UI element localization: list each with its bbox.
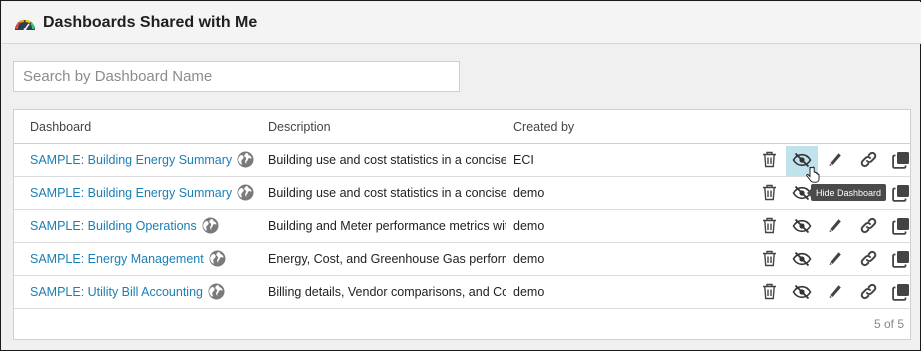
delete-button[interactable] xyxy=(753,179,785,209)
row-actions xyxy=(14,210,910,243)
delete-button[interactable] xyxy=(753,278,785,308)
trash-icon xyxy=(762,250,777,270)
duplicate-button[interactable] xyxy=(885,146,917,176)
copy-link-button[interactable] xyxy=(852,212,884,242)
page-title: Dashboards Shared with Me xyxy=(43,13,258,31)
delete-button[interactable] xyxy=(753,212,785,242)
duplicate-button[interactable] xyxy=(885,278,917,308)
row-actions xyxy=(14,177,910,210)
copy-icon xyxy=(892,217,910,238)
edit-button[interactable] xyxy=(819,212,851,242)
copy-link-button[interactable] xyxy=(852,245,884,275)
trash-icon xyxy=(762,283,777,303)
hide-button[interactable] xyxy=(786,212,818,242)
column-header-dashboard[interactable]: Dashboard xyxy=(30,120,91,134)
copy-icon xyxy=(892,250,910,271)
dashboards-table: Dashboard Description Created by SAMPLE:… xyxy=(13,109,911,340)
dashboards-panel: Dashboards Shared with Me Dashboard Desc… xyxy=(0,0,921,351)
copy-icon xyxy=(892,151,910,172)
trash-icon xyxy=(762,217,777,237)
table-row: SAMPLE: Building Operations Building and… xyxy=(14,210,910,243)
column-header-created-by[interactable]: Created by xyxy=(513,120,574,134)
hide-button[interactable] xyxy=(786,278,818,308)
edit-button[interactable] xyxy=(819,278,851,308)
hide-dashboard-tooltip: Hide Dashboard xyxy=(807,184,886,201)
hand-cursor-icon xyxy=(806,166,820,184)
table-row: SAMPLE: Energy Management Energy, Cost, … xyxy=(14,243,910,276)
duplicate-button[interactable] xyxy=(885,245,917,275)
link-icon xyxy=(860,250,877,270)
duplicate-button[interactable] xyxy=(885,179,917,209)
hide-button[interactable] xyxy=(786,245,818,275)
pencil-icon xyxy=(828,218,842,237)
edit-button[interactable] xyxy=(819,146,851,176)
hide-icon xyxy=(792,284,812,303)
edit-button[interactable] xyxy=(819,245,851,275)
table-row: SAMPLE: Building Energy Summary Building… xyxy=(14,144,910,177)
table-row: SAMPLE: Building Energy Summary Building… xyxy=(14,177,910,210)
copy-link-button[interactable] xyxy=(852,146,884,176)
result-count: 5 of 5 xyxy=(873,317,904,331)
link-icon xyxy=(860,151,877,171)
delete-button[interactable] xyxy=(753,146,785,176)
hide-icon xyxy=(792,251,812,270)
copy-icon xyxy=(892,283,910,304)
search-input[interactable] xyxy=(13,61,460,92)
pencil-icon xyxy=(828,284,842,303)
link-icon xyxy=(860,217,877,237)
row-actions xyxy=(14,144,910,177)
table-row: SAMPLE: Utility Bill Accounting Billing … xyxy=(14,276,910,309)
copy-link-button[interactable] xyxy=(852,278,884,308)
table-header: Dashboard Description Created by xyxy=(14,110,910,144)
trash-icon xyxy=(762,184,777,204)
row-actions xyxy=(14,276,910,309)
copy-icon xyxy=(892,184,910,205)
column-header-description[interactable]: Description xyxy=(268,120,506,134)
speedometer-icon xyxy=(15,19,35,31)
link-icon xyxy=(860,283,877,303)
pencil-icon xyxy=(828,251,842,270)
row-actions xyxy=(14,243,910,276)
panel-header: Dashboards Shared with Me xyxy=(2,2,921,44)
trash-icon xyxy=(762,151,777,171)
pencil-icon xyxy=(828,152,842,171)
duplicate-button[interactable] xyxy=(885,212,917,242)
delete-button[interactable] xyxy=(753,245,785,275)
hide-icon xyxy=(792,218,812,237)
